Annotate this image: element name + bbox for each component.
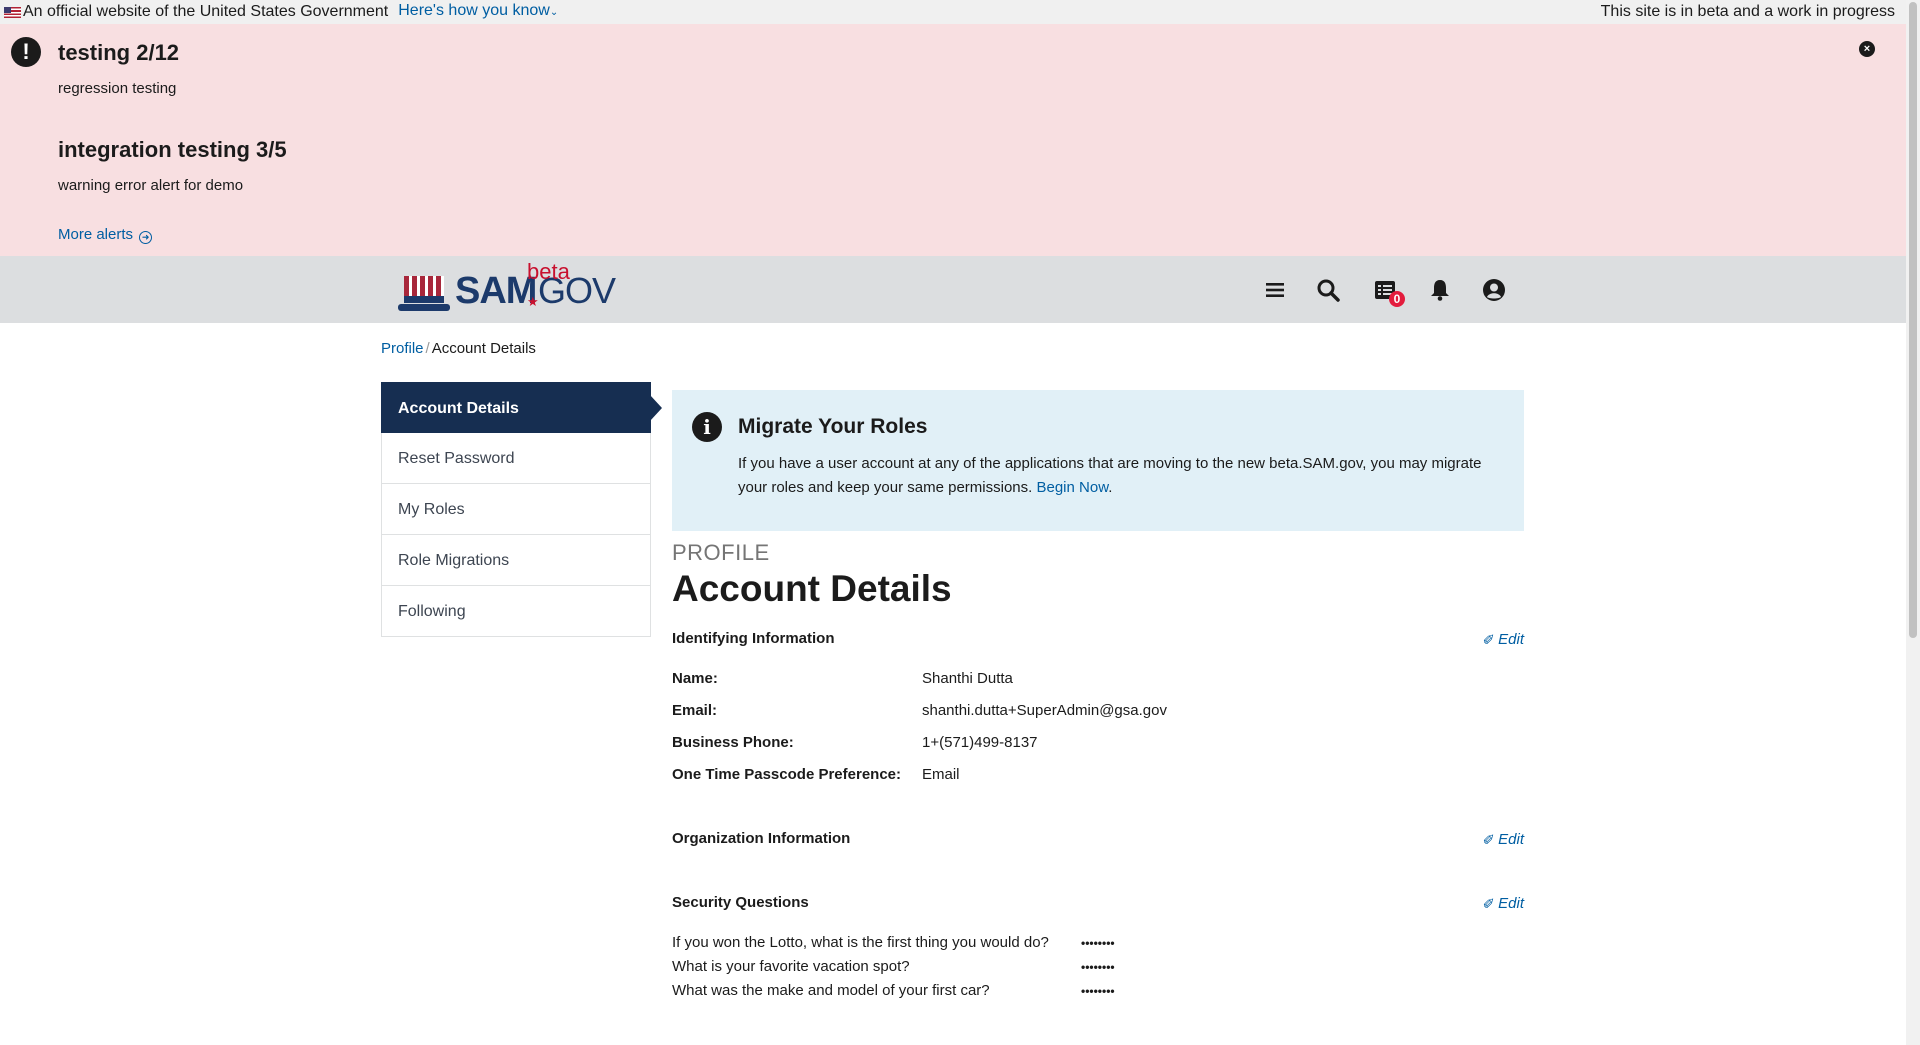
edit-security-link[interactable]: ✏Edit	[1479, 893, 1524, 914]
logo-star-icon: ★	[527, 294, 539, 309]
messages-icon[interactable]: 0	[1371, 276, 1405, 307]
official-site-text: An official website of the United States…	[23, 3, 389, 20]
sidenav-item-following[interactable]: Following	[381, 586, 651, 637]
otp-preference-value: Email	[922, 766, 960, 783]
begin-now-link[interactable]: Begin Now	[1036, 479, 1108, 496]
otp-preference-label: One Time Passcode Preference:	[672, 766, 901, 783]
business-phone-value: 1+(571)499-8137	[922, 734, 1038, 751]
info-icon: i	[692, 412, 722, 442]
profile-sidenav: Account Details Reset Password My Roles …	[381, 382, 662, 637]
account-icon[interactable]	[1480, 276, 1508, 304]
alert-title: testing 2/12	[58, 40, 180, 65]
page-title: Account Details	[672, 568, 952, 609]
pencil-icon: ✏	[1478, 828, 1500, 850]
chevron-down-icon: ⌄	[549, 7, 559, 18]
email-label: Email:	[672, 702, 718, 719]
page-eyebrow: PROFILE	[672, 540, 770, 565]
name-value: Shanthi Dutta	[922, 670, 1013, 687]
breadcrumb-separator: /	[425, 340, 430, 357]
page-scrollbar[interactable]	[1906, 0, 1920, 1045]
close-icon[interactable]: ×	[1859, 41, 1875, 57]
edit-organization-link[interactable]: ✏Edit	[1479, 829, 1524, 850]
organization-information-heading: Organization Information	[672, 830, 851, 847]
security-questions-heading: Security Questions	[672, 894, 809, 911]
security-question: What is your favorite vacation spot?	[672, 958, 910, 975]
security-question: If you won the Lotto, what is the first …	[672, 934, 1049, 951]
us-flag-icon	[4, 6, 21, 18]
edit-identifying-link[interactable]: ✏Edit	[1479, 629, 1524, 650]
sidenav-item-my-roles[interactable]: My Roles	[381, 484, 651, 535]
notifications-icon[interactable]	[1426, 276, 1454, 304]
scrollbar-thumb[interactable]	[1909, 2, 1917, 638]
more-alerts-link[interactable]: More alerts ➜	[58, 226, 153, 244]
name-label: Name:	[672, 670, 718, 687]
uncle-sam-hat-icon	[398, 276, 450, 313]
heres-how-you-know-link[interactable]: Here's how you know⌄	[398, 0, 558, 25]
identifying-information-heading: Identifying Information	[672, 630, 835, 647]
security-question: What was the make and model of your firs…	[672, 982, 990, 999]
sam-gov-logo[interactable]: SAM ★ GOV beta	[398, 259, 616, 314]
migrate-roles-alert: i Migrate Your Roles If you have a user …	[672, 390, 1524, 531]
alert-body: warning error alert for demo	[58, 177, 244, 194]
exclamation-icon: !	[11, 37, 41, 67]
alert-body: regression testing	[58, 80, 177, 97]
security-answer-masked: ••••••••	[1081, 936, 1115, 950]
security-answer-masked: ••••••••	[1081, 984, 1115, 998]
business-phone-label: Business Phone:	[672, 734, 794, 751]
breadcrumb-current: Account Details	[431, 340, 536, 357]
site-header: SAM ★ GOV beta 0	[0, 256, 1906, 323]
email-value: shanthi.dutta+SuperAdmin@gsa.gov	[922, 702, 1167, 719]
sidenav-item-reset-password[interactable]: Reset Password	[381, 433, 651, 484]
sidenav-item-role-migrations[interactable]: Role Migrations	[381, 535, 651, 586]
pencil-icon: ✏	[1478, 892, 1500, 914]
alert-title: integration testing 3/5	[58, 137, 287, 162]
arrow-circle-right-icon: ➜	[139, 231, 153, 244]
breadcrumb-profile-link[interactable]: Profile	[381, 340, 424, 357]
search-icon[interactable]	[1314, 276, 1342, 304]
alerts-panel: ! × testing 2/12 regression testing inte…	[0, 24, 1906, 256]
menu-icon[interactable]	[1261, 276, 1289, 304]
breadcrumb: Profile / Account Details	[381, 340, 536, 357]
logo-beta-text: beta	[527, 259, 570, 284]
beta-notice: This site is in beta and a work in progr…	[1600, 3, 1895, 20]
sidenav-item-account-details[interactable]: Account Details	[381, 382, 662, 433]
messages-count-badge: 0	[1389, 291, 1405, 307]
gov-banner: An official website of the United States…	[0, 0, 1906, 24]
logo-sam-text: SAM	[455, 270, 537, 312]
migrate-roles-text: If you have a user account at any of the…	[738, 455, 1482, 496]
pencil-icon: ✏	[1478, 628, 1500, 650]
security-answer-masked: ••••••••	[1081, 960, 1115, 974]
migrate-roles-title: Migrate Your Roles	[738, 415, 928, 438]
